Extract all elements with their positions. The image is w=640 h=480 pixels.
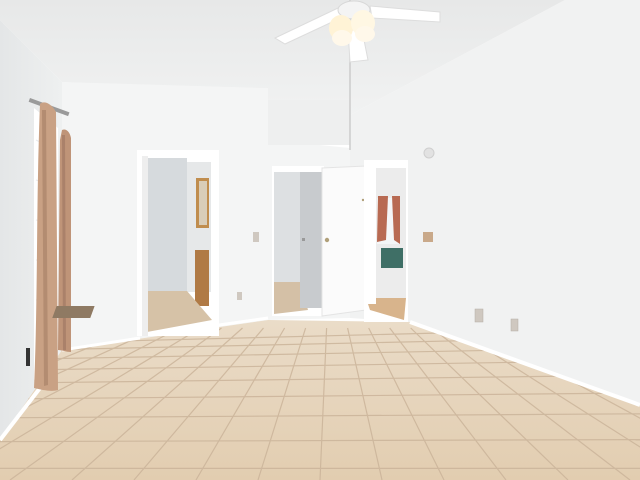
bath-vanity [195,250,209,306]
light-switch-right [423,232,433,242]
fan-light-3 [332,30,352,46]
outlet-back-wall [237,292,242,300]
hall-door-jamb [366,168,376,304]
wall-niche [268,100,350,145]
bath-mirror-glass [199,181,207,225]
closet-interior [274,172,300,282]
door-knob [324,237,330,243]
light-switch-back [253,232,259,242]
door-hinge [361,198,365,202]
outlet-left-wall [26,348,30,366]
bath-rug [52,306,95,318]
outlet-right-wall-1 [474,308,484,323]
wall-thermostat [423,147,435,159]
bath-interior-wall [147,158,187,291]
closet-inner-door-knob [302,238,305,241]
bedroom-photo [0,0,640,480]
bath-door-edge [142,156,148,336]
hall-sofa [381,248,403,268]
outlet-right-wall-2 [510,318,519,332]
fan-light-4 [355,26,375,42]
